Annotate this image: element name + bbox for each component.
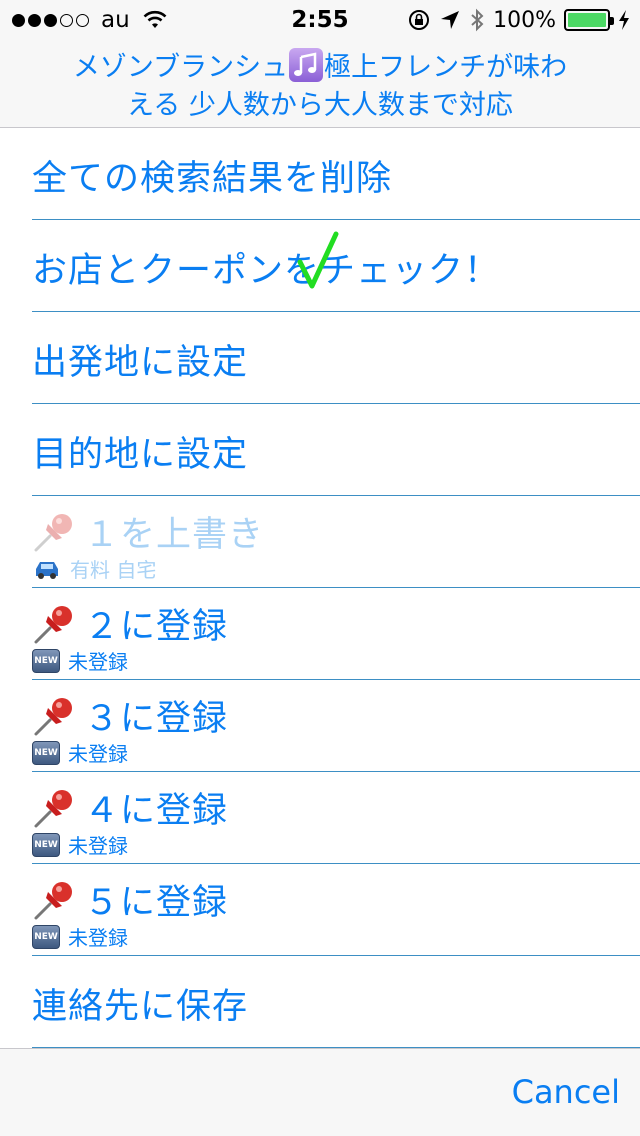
status-bar: au 2:55 100% <box>0 0 640 40</box>
delete-all-label: 全ての検索結果を削除 <box>32 159 393 199</box>
favorite-slot-sub: 有料 自宅 <box>70 558 157 582</box>
favorite-slot-sub: 未登録 <box>68 742 128 766</box>
pushpin-icon <box>34 789 72 827</box>
title-part-1: メゾンブランシュ <box>72 52 289 83</box>
battery-percent: 100% <box>493 7 556 33</box>
action-sheet-screen: au 2:55 100% メゾンブランシュ 極上フレンチが味わ える 少人数から… <box>0 0 640 1136</box>
music-note-icon <box>289 48 324 82</box>
new-badge-icon: NEW <box>32 924 60 949</box>
favorite-slot-label: ５に登録 <box>84 883 229 923</box>
action-sheet-footer: Cancel <box>0 1048 640 1136</box>
favorite-slot-sub: 未登録 <box>68 650 128 674</box>
favorite-slot-5-button[interactable]: ５に登録 NEW 未登録 <box>32 864 640 956</box>
car-icon <box>36 561 58 579</box>
bluetooth-icon <box>471 8 484 32</box>
save-to-contacts-button[interactable]: 連絡先に保存 <box>32 956 640 1048</box>
title-part-2: 極上フレンチが味わ <box>324 52 568 83</box>
favorite-slot-sub: 未登録 <box>68 834 128 858</box>
pushpin-icon <box>34 513 72 551</box>
favorite-slot-1-button: １を上書き 有料 自宅 <box>32 496 640 588</box>
action-sheet-title: メゾンブランシュ 極上フレンチが味わ える 少人数から大人数まで対応 <box>0 40 640 128</box>
title-line-2: える 少人数から大人数まで対応 <box>127 90 513 121</box>
check-shop-coupon-button[interactable]: お店とクーポンをチェック！ <box>32 220 640 312</box>
set-origin-button[interactable]: 出発地に設定 <box>32 312 640 404</box>
pushpin-icon <box>34 697 72 735</box>
check-shop-label: お店とクーポンをチェック！ <box>32 251 501 291</box>
favorite-slot-2-button[interactable]: ２に登録 NEW 未登録 <box>32 588 640 680</box>
new-badge-icon: NEW <box>32 832 60 857</box>
favorite-slot-label: ２に登録 <box>84 607 229 647</box>
rotation-lock-icon <box>409 10 430 30</box>
location-arrow-icon <box>441 11 460 29</box>
favorite-slot-4-button[interactable]: ４に登録 NEW 未登録 <box>32 772 640 864</box>
set-origin-label: 出発地に設定 <box>32 343 249 383</box>
favorite-slot-label: ４に登録 <box>84 791 229 831</box>
pushpin-icon <box>34 881 72 919</box>
pushpin-icon <box>34 605 72 643</box>
new-badge-icon: NEW <box>32 740 60 765</box>
favorite-slot-3-button[interactable]: ３に登録 NEW 未登録 <box>32 680 640 772</box>
action-list: 全ての検索結果を削除 お店とクーポンをチェック！ 出発地に設定 目的地に設定 １… <box>0 128 640 1048</box>
charging-bolt-icon <box>619 10 629 30</box>
set-destination-button[interactable]: 目的地に設定 <box>32 404 640 496</box>
set-destination-label: 目的地に設定 <box>32 435 249 475</box>
favorite-slot-sub: 未登録 <box>68 926 128 950</box>
title-line-1: メゾンブランシュ 極上フレンチが味わ <box>0 48 640 87</box>
new-badge-icon: NEW <box>32 648 60 673</box>
save-contact-label: 連絡先に保存 <box>32 987 249 1027</box>
cancel-button[interactable]: Cancel <box>512 1073 620 1111</box>
favorite-slot-label: １を上書き <box>84 515 265 555</box>
battery-icon <box>564 9 614 31</box>
favorite-slot-label: ３に登録 <box>84 699 229 739</box>
status-right: 100% <box>407 6 630 34</box>
checkmark-icon <box>297 231 339 289</box>
delete-all-results-button[interactable]: 全ての検索結果を削除 <box>32 128 640 220</box>
